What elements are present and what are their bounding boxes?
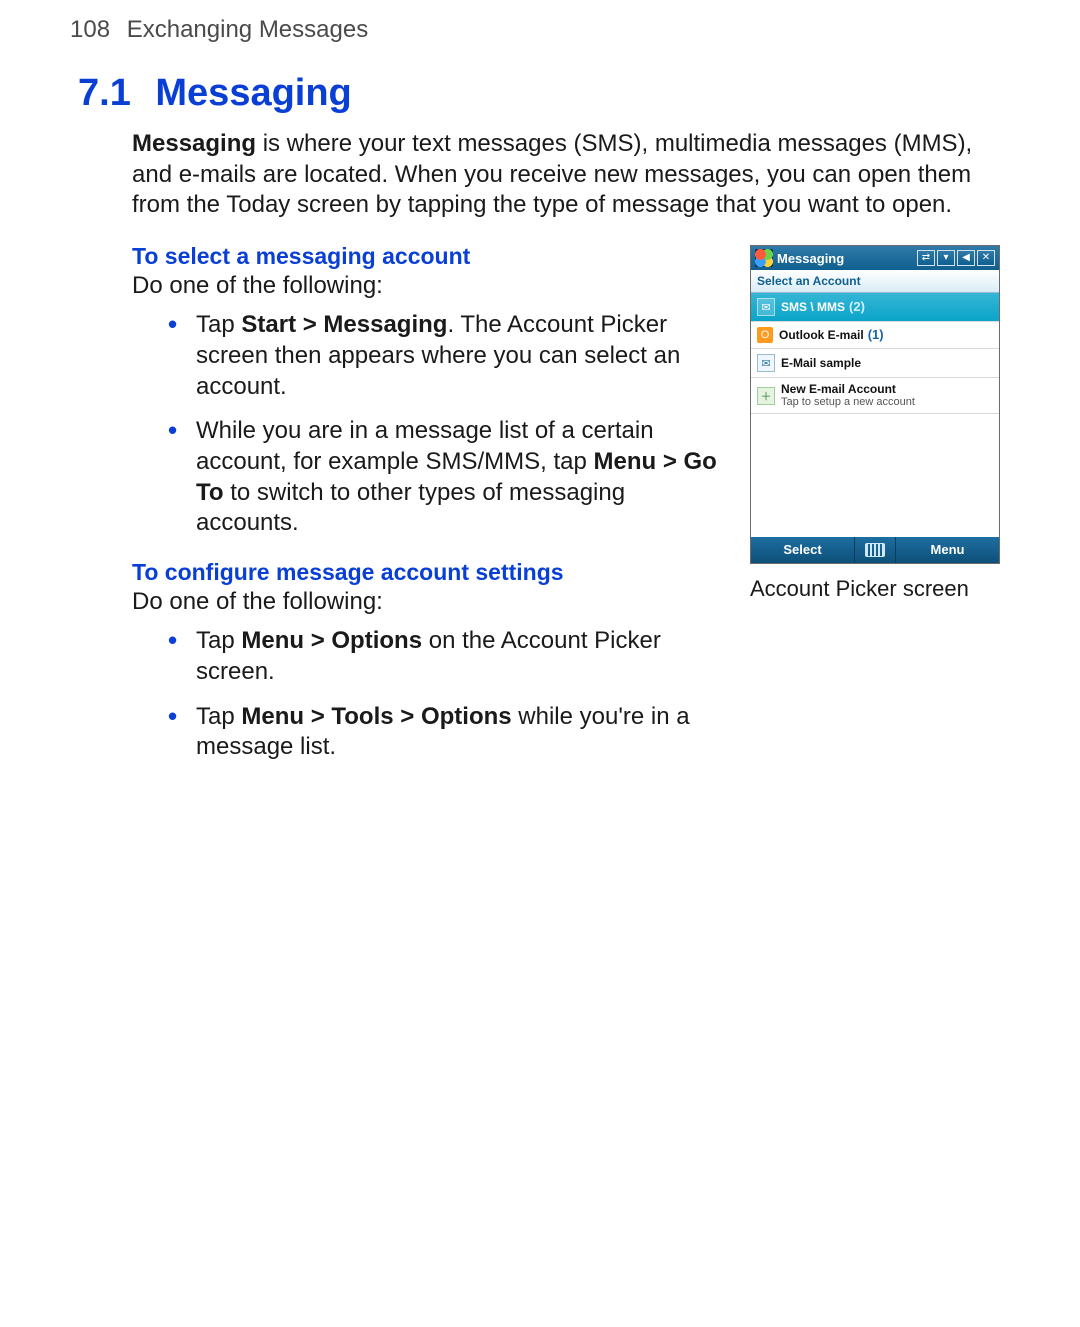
content-columns: To select a messaging account Do one of … [70,243,1010,783]
phone-subheader: Select an Account [751,270,999,293]
list-item: Tap Menu > Options on the Account Picker… [168,626,726,687]
configure-lead: Do one of the following: [132,588,726,616]
list-item: While you are in a message list of a cer… [168,416,726,539]
left-column: To select a messaging account Do one of … [132,243,726,783]
intro-paragraph: Messaging is where your text messages (S… [70,129,1010,221]
running-header: 108 Exchanging Messages [70,16,1010,44]
speaker-icon: ◀ [957,250,975,266]
right-column: Messaging ⇄ ▾ ◀ ✕ Select an Account ✉ SM… [750,243,1010,783]
configure-heading: To configure message account settings [132,559,726,586]
list-item: Tap Start > Messaging. The Account Picke… [168,310,726,402]
account-item-new[interactable]: ＋ New E-mail Account Tap to setup a new … [751,378,999,414]
page-number: 108 [70,16,110,43]
new-account-icon: ＋ [757,387,775,405]
intro-bold: Messaging [132,130,256,157]
list-item: Tap Menu > Tools > Options while you're … [168,702,726,763]
phone-screenshot: Messaging ⇄ ▾ ◀ ✕ Select an Account ✉ SM… [750,245,1000,564]
sync-icon: ⇄ [917,250,935,266]
softkey-select[interactable]: Select [751,537,854,563]
section-title: Messaging [155,72,351,114]
softkey-keyboard[interactable] [854,537,896,563]
chapter-title: Exchanging Messages [127,16,368,43]
section-number: 7.1 [78,72,131,114]
select-account-heading: To select a messaging account [132,243,726,270]
account-item-sms[interactable]: ✉ SMS \ MMS(2) [751,293,999,322]
account-item-email-sample[interactable]: ✉ E-Mail sample [751,349,999,378]
phone-softkey-bar: Select Menu [751,537,999,563]
windows-logo-icon [755,249,773,267]
account-item-outlook[interactable]: O Outlook E-mail(1) [751,322,999,349]
select-account-lead: Do one of the following: [132,272,726,300]
phone-title-bar: Messaging ⇄ ▾ ◀ ✕ [751,246,999,270]
phone-title: Messaging [777,251,913,266]
softkey-menu[interactable]: Menu [896,537,999,563]
select-account-list: Tap Start > Messaging. The Account Picke… [132,310,726,539]
phone-tray-icons: ⇄ ▾ ◀ ✕ [917,250,995,266]
section-heading: 7.1 Messaging [70,72,1010,115]
signal-icon: ▾ [937,250,955,266]
mail-icon: ✉ [757,354,775,372]
close-icon: ✕ [977,250,995,266]
sms-icon: ✉ [757,298,775,316]
manual-page: 108 Exchanging Messages 7.1 Messaging Me… [0,0,1080,1327]
configure-list: Tap Menu > Options on the Account Picker… [132,626,726,763]
figure-caption: Account Picker screen [750,576,1010,602]
outlook-icon: O [757,327,773,343]
keyboard-icon [865,543,885,557]
phone-account-list: ✉ SMS \ MMS(2) O Outlook E-mail(1) ✉ [751,293,999,537]
intro-text: is where your text messages (SMS), multi… [132,130,972,218]
